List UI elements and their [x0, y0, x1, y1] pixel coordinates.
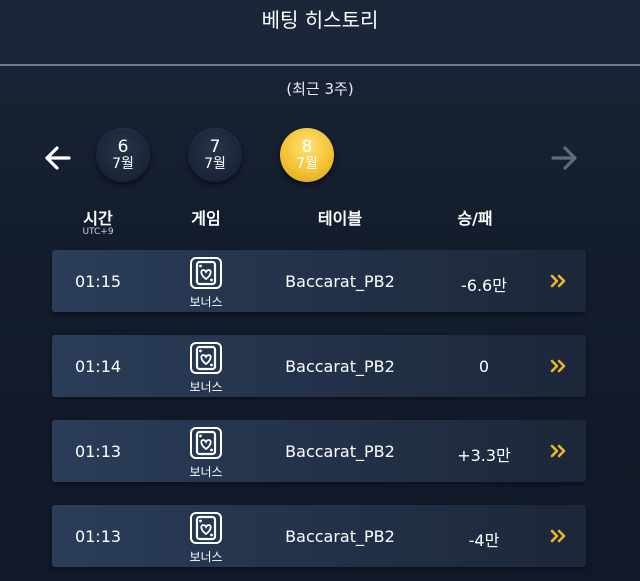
playing-card-heart-icon — [190, 427, 222, 459]
betting-history-screen: 베팅 히스토리 (최근 3주) 6 7월 7 7월 8 7월 시간 UTC+9 … — [0, 0, 640, 581]
double-chevron-right-icon — [550, 359, 566, 373]
arrow-left-icon — [45, 146, 71, 170]
column-header-table: 테이블 — [317, 209, 363, 228]
playing-card-heart-icon — [190, 342, 222, 374]
playing-card-heart-icon — [190, 512, 222, 544]
row-table: Baccarat_PB2 — [285, 272, 395, 291]
week-7-button[interactable]: 7 7월 — [188, 128, 242, 182]
row-table: Baccarat_PB2 — [285, 357, 395, 376]
row-table: Baccarat_PB2 — [285, 527, 395, 546]
history-row[interactable]: 01:15 보너스 Baccarat_PB2 -6.6만 — [52, 250, 586, 312]
timezone-label: UTC+9 — [82, 227, 114, 237]
row-detail-button[interactable] — [548, 441, 570, 461]
week-6-button[interactable]: 6 7월 — [96, 128, 150, 182]
history-row[interactable]: 01:13 보너스 Baccarat_PB2 -4만 — [52, 505, 586, 567]
column-header-time-label: 시간 — [83, 209, 113, 228]
row-game: 보너스 — [180, 341, 232, 394]
row-time: 01:15 — [74, 272, 122, 291]
row-time: 01:13 — [74, 527, 122, 546]
arrow-right-icon — [551, 146, 577, 170]
row-result: -6.6만 — [461, 276, 507, 295]
double-chevron-right-icon — [550, 274, 566, 288]
double-chevron-right-icon — [550, 529, 566, 543]
row-game: 보너스 — [180, 256, 232, 309]
playing-card-heart-icon — [190, 257, 222, 289]
row-result: 0 — [478, 357, 490, 376]
double-chevron-right-icon — [550, 444, 566, 458]
row-result: -4만 — [468, 531, 500, 550]
period-subtitle: (최근 3주) — [286, 80, 354, 98]
page-title: 베팅 히스토리 — [261, 8, 379, 32]
column-header-game: 게임 — [191, 209, 221, 228]
row-time: 01:14 — [74, 357, 122, 376]
header-bar: 베팅 히스토리 — [0, 0, 640, 66]
row-result: +3.3만 — [457, 446, 511, 465]
week-8-button-active[interactable]: 8 7월 — [280, 128, 334, 182]
row-game: 보너스 — [180, 426, 232, 479]
row-game: 보너스 — [180, 511, 232, 564]
row-detail-button[interactable] — [548, 271, 570, 291]
column-header-result: 승/패 — [457, 209, 493, 228]
column-header-time: 시간 UTC+9 — [68, 205, 128, 237]
history-row[interactable]: 01:13 보너스 Baccarat_PB2 +3.3만 — [52, 420, 586, 482]
next-week-button[interactable] — [547, 140, 583, 176]
week-number: 6 — [117, 136, 129, 157]
week-month: 7월 — [296, 155, 318, 172]
row-game-label: 보너스 — [189, 295, 223, 309]
row-time: 01:13 — [74, 442, 122, 461]
history-row[interactable]: 01:14 보너스 Baccarat_PB2 0 — [52, 335, 586, 397]
prev-week-button[interactable] — [39, 140, 75, 176]
week-number: 8 — [301, 136, 313, 157]
row-game-label: 보너스 — [189, 550, 223, 564]
row-table: Baccarat_PB2 — [285, 442, 395, 461]
row-detail-button[interactable] — [548, 356, 570, 376]
week-number: 7 — [209, 136, 221, 157]
row-game-label: 보너스 — [189, 380, 223, 394]
week-month: 7월 — [204, 155, 226, 172]
row-detail-button[interactable] — [548, 526, 570, 546]
row-game-label: 보너스 — [189, 465, 223, 479]
week-month: 7월 — [112, 155, 134, 172]
